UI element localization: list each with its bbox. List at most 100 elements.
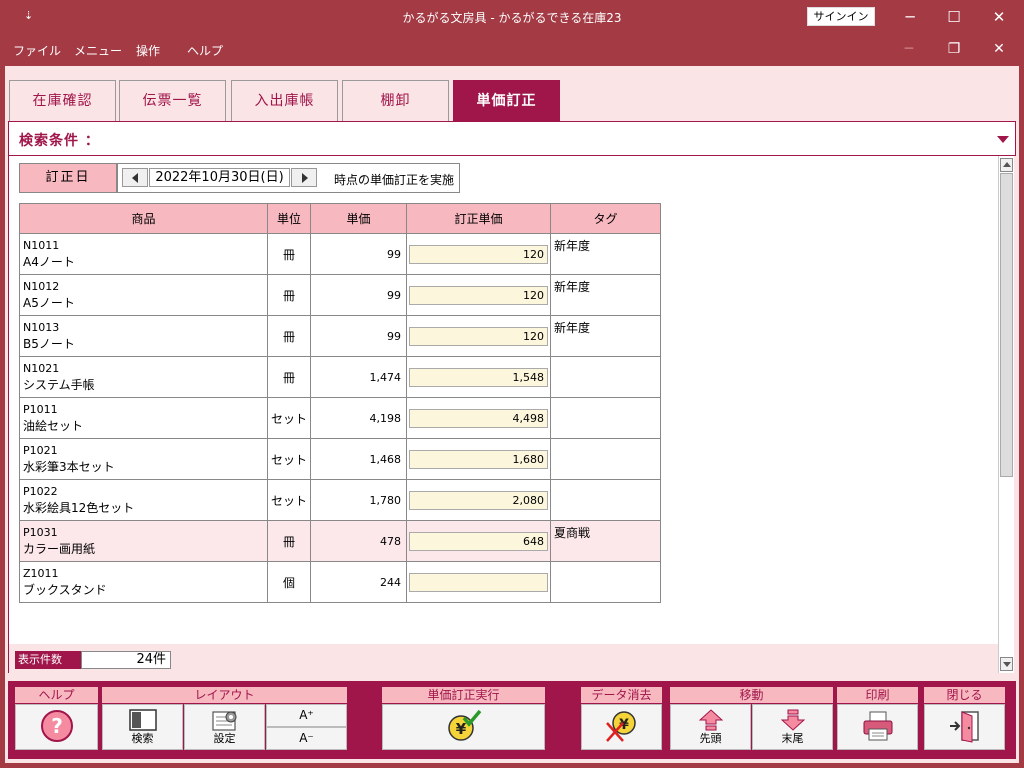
- move-first-button[interactable]: 先頭: [670, 704, 751, 750]
- next-date-button[interactable]: [291, 168, 317, 187]
- product-cell[interactable]: N1012 A5ノート: [19, 274, 268, 316]
- font-size-down-button[interactable]: A⁻: [266, 727, 347, 750]
- tab-slip-list[interactable]: 伝票一覧: [119, 80, 226, 122]
- product-name: システム手帳: [23, 378, 95, 392]
- table-row[interactable]: P1022 水彩絵具12色セット セット 1,780 2,080: [19, 479, 661, 521]
- tag-cell[interactable]: [550, 561, 661, 603]
- expand-arrow-icon[interactable]: [997, 136, 1009, 143]
- menu-bar: ファイル メニュー 操作 ヘルプ ─ ❐ ✕: [0, 34, 1024, 64]
- product-cell[interactable]: P1022 水彩絵具12色セット: [19, 479, 268, 521]
- header-corrected-price[interactable]: 訂正単価: [406, 203, 551, 234]
- product-cell[interactable]: P1021 水彩筆3本セット: [19, 438, 268, 480]
- tag-cell[interactable]: 夏商戦: [550, 520, 661, 562]
- product-name: 水彩絵具12色セット: [23, 501, 135, 515]
- table-row[interactable]: P1021 水彩筆3本セット セット 1,468 1,680: [19, 438, 661, 480]
- unit-cell: 冊: [267, 356, 311, 398]
- tag-cell[interactable]: 新年度: [550, 274, 661, 316]
- header-price[interactable]: 単価: [310, 203, 407, 234]
- header-tag[interactable]: タグ: [550, 203, 661, 234]
- table-row[interactable]: P1011 油絵セット セット 4,198 4,498: [19, 397, 661, 439]
- menu-help[interactable]: ヘルプ: [187, 42, 223, 59]
- product-cell[interactable]: Z1011 ブックスタンド: [19, 561, 268, 603]
- close-header: 閉じる: [924, 687, 1005, 703]
- panel-layout-icon: [128, 709, 157, 731]
- layout-settings-button[interactable]: 設定: [184, 704, 265, 750]
- table-row[interactable]: N1021 システム手帳 冊 1,474 1,548: [19, 356, 661, 398]
- product-cell[interactable]: N1021 システム手帳: [19, 356, 268, 398]
- tag-cell[interactable]: 新年度: [550, 315, 661, 357]
- tag-cell[interactable]: [550, 479, 661, 521]
- layout-search-button[interactable]: 検索: [102, 704, 183, 750]
- tag-cell[interactable]: [550, 397, 661, 439]
- doc-minimize-button[interactable]: ─: [894, 39, 924, 59]
- corrected-price-input[interactable]: [409, 572, 548, 592]
- move-last-label: 末尾: [781, 732, 804, 745]
- table-row[interactable]: Z1011 ブックスタンド 個 244: [19, 561, 661, 603]
- menu-menu[interactable]: メニュー: [74, 42, 122, 59]
- product-code: Z1011: [23, 567, 59, 580]
- product-code: N1021: [23, 362, 60, 375]
- corrected-price-cell: 1,548: [406, 356, 551, 398]
- table-row[interactable]: N1013 B5ノート 冊 99 120 新年度: [19, 315, 661, 357]
- header-unit[interactable]: 単位: [267, 203, 311, 234]
- tag-cell[interactable]: [550, 356, 661, 398]
- corrected-price-cell: 120: [406, 233, 551, 275]
- corrected-price-input[interactable]: 1,680: [409, 449, 548, 469]
- tag-cell[interactable]: [550, 438, 661, 480]
- corrected-price-input[interactable]: 1,548: [409, 367, 548, 387]
- product-cell[interactable]: N1013 B5ノート: [19, 315, 268, 357]
- doc-close-button[interactable]: ✕: [984, 39, 1014, 59]
- corrected-price-input[interactable]: 120: [409, 244, 548, 264]
- tab-inventory-count[interactable]: 棚卸: [342, 80, 449, 122]
- price-cell: 99: [310, 315, 407, 357]
- scroll-thumb[interactable]: [1000, 173, 1013, 477]
- font-size-up-button[interactable]: A⁺: [266, 704, 347, 727]
- font-up-label: A⁺: [299, 708, 314, 722]
- product-code: N1011: [23, 239, 60, 252]
- product-name: ブックスタンド: [23, 583, 107, 597]
- product-name: A4ノート: [23, 255, 75, 269]
- print-header: 印刷: [837, 687, 918, 703]
- minimize-button[interactable]: ─: [895, 6, 925, 28]
- move-last-button[interactable]: 末尾: [752, 704, 833, 750]
- table-row[interactable]: N1012 A5ノート 冊 99 120 新年度: [19, 274, 661, 316]
- group-help: ヘルプ ?: [15, 687, 98, 755]
- unit-cell: 冊: [267, 520, 311, 562]
- group-move: 移動 先頭 末尾: [670, 687, 833, 755]
- corrected-price-input[interactable]: 120: [409, 326, 548, 346]
- exit-door-icon: [949, 711, 979, 743]
- header-product[interactable]: 商品: [19, 203, 268, 234]
- menu-file[interactable]: ファイル: [13, 42, 61, 59]
- corrected-price-input[interactable]: 2,080: [409, 490, 548, 510]
- product-cell[interactable]: N1011 A4ノート: [19, 233, 268, 275]
- maximize-button[interactable]: ☐: [939, 6, 969, 28]
- product-cell[interactable]: P1011 油絵セット: [19, 397, 268, 439]
- doc-restore-button[interactable]: ❐: [939, 39, 969, 59]
- scroll-up-button[interactable]: [1000, 158, 1013, 172]
- bottom-toolbar: ヘルプ ? レイアウト 検索 設定 A⁺ A⁻ 単価訂正実行 ¥ データ消去 ¥…: [8, 681, 1016, 759]
- prev-date-button[interactable]: [122, 168, 148, 187]
- corrected-price-input[interactable]: 4,498: [409, 408, 548, 428]
- help-button[interactable]: ?: [15, 704, 98, 750]
- arrow-down-last-icon: [780, 709, 805, 731]
- close-button[interactable]: ✕: [984, 6, 1014, 28]
- corrected-price-input[interactable]: 120: [409, 285, 548, 305]
- close-app-button[interactable]: [924, 704, 1005, 750]
- search-conditions-bar[interactable]: 検索条件 ：: [8, 121, 1016, 156]
- execute-correction-button[interactable]: ¥: [382, 704, 545, 750]
- menu-operation[interactable]: 操作: [136, 42, 160, 59]
- tab-inout-ledger[interactable]: 入出庫帳: [231, 80, 338, 122]
- print-button[interactable]: [837, 704, 918, 750]
- signin-button[interactable]: サインイン: [807, 7, 875, 26]
- corrected-price-input[interactable]: 648: [409, 531, 548, 551]
- date-value[interactable]: 2022年10月30日(日): [149, 168, 290, 187]
- product-cell[interactable]: P1031 カラー画用紙: [19, 520, 268, 562]
- tab-stock-check[interactable]: 在庫確認: [9, 80, 116, 122]
- vertical-scrollbar[interactable]: [998, 156, 1014, 673]
- table-row[interactable]: P1031 カラー画用紙 冊 478 648 夏商戦: [19, 520, 661, 562]
- delete-data-button[interactable]: ¥: [581, 704, 662, 750]
- scroll-down-button[interactable]: [1000, 657, 1013, 671]
- tab-price-correction[interactable]: 単価訂正: [453, 80, 560, 122]
- table-row[interactable]: N1011 A4ノート 冊 99 120 新年度: [19, 233, 661, 275]
- tag-cell[interactable]: 新年度: [550, 233, 661, 275]
